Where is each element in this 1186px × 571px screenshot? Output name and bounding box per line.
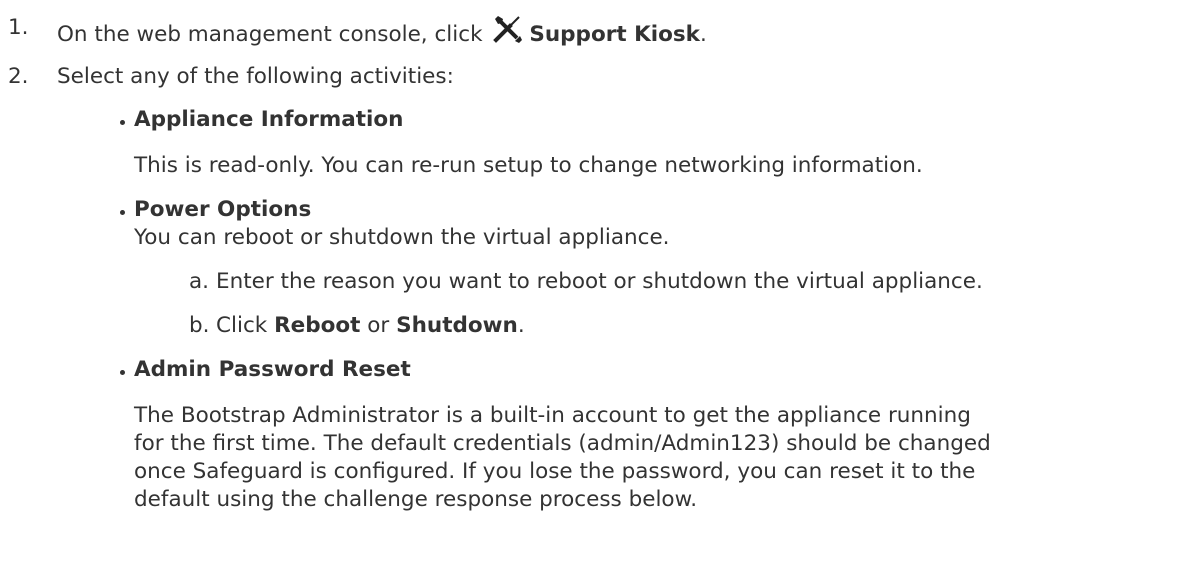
bullet [120, 210, 125, 215]
document: 1. On the web management console, click … [0, 0, 1186, 571]
substep-text: Click [216, 313, 268, 338]
bullet [120, 370, 125, 375]
appliance-information-title: Appliance Information [134, 106, 403, 134]
admin-password-reset-line: default using the challenge response pro… [134, 487, 698, 512]
substep-text: or [367, 313, 390, 338]
bullet [120, 120, 125, 125]
support-kiosk-label: Support Kiosk [529, 22, 700, 47]
shutdown-label: Shutdown [396, 313, 518, 338]
substep-a-text: Enter the reason you want to reboot or s… [216, 269, 983, 294]
appliance-information-description: This is read-only. You can re-run setup … [134, 153, 923, 178]
substep-letter: a. [189, 269, 210, 294]
punctuation: . [517, 313, 525, 338]
admin-password-reset-line: for the first time. The default credenti… [134, 431, 991, 456]
admin-password-reset-line: The Bootstrap Administrator is a built-i… [134, 403, 971, 428]
reboot-label: Reboot [274, 313, 361, 338]
power-options-description: You can reboot or shutdown the virtual a… [134, 225, 670, 250]
punctuation: . [699, 22, 707, 47]
activity-title: Appliance Information [134, 107, 404, 132]
substep-letter: b. [189, 313, 210, 338]
substep-b-text: Click Reboot or Shutdown. [216, 312, 525, 340]
tools-icon [493, 16, 523, 43]
step-2-text: Select any of the following activities: [57, 64, 454, 89]
admin-password-reset-title: Admin Password Reset [134, 356, 411, 384]
step-1-text: On the web management console, click Sup… [57, 14, 707, 49]
activity-title: Admin Password Reset [134, 357, 411, 382]
step-number: 2. [8, 64, 29, 89]
admin-password-reset-line: once Safeguard is configured. If you los… [134, 459, 976, 484]
step-number: 1. [8, 15, 29, 40]
activity-title: Power Options [134, 197, 312, 222]
step-text: On the web management console, click [57, 22, 483, 47]
power-options-title: Power Options [134, 196, 311, 224]
